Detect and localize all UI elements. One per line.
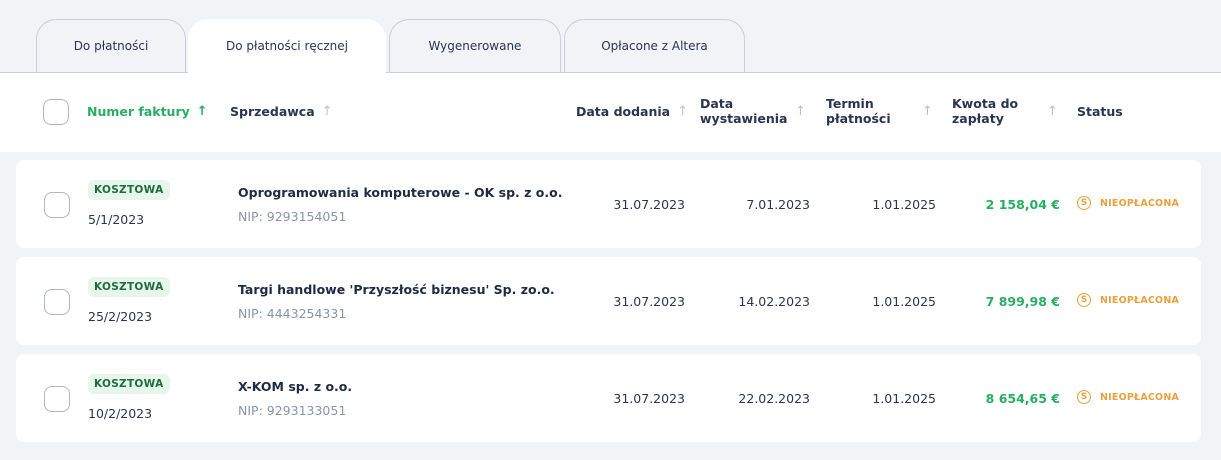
date-added: 31.07.2023 [613,294,685,309]
issue-date: 7.01.2023 [746,197,810,212]
amount-due: 8 654,65 € [985,391,1060,406]
table-row[interactable]: KOSZTOWA 10/2/2023 X-KOM sp. z o.o. NIP:… [16,354,1201,442]
table-row[interactable]: KOSZTOWA 5/1/2023 Oprogramowania kompute… [16,160,1201,248]
seller-name: Targi handlowe 'Przyszłość biznesu' Sp. … [238,282,555,297]
due-date: 1.01.2025 [872,197,936,212]
tab-wygenerowane[interactable]: Wygenerowane [389,19,561,79]
row-checkbox[interactable] [44,386,70,412]
seller-nip: NIP: 4443254331 [238,306,347,321]
header-date-added[interactable]: Data dodania ↑ [576,104,688,119]
amount-due: 7 899,98 € [985,294,1060,309]
amount-due: 2 158,04 € [985,197,1060,212]
select-all-checkbox[interactable] [43,99,69,125]
sort-arrow-icon: ↑ [922,103,933,119]
sort-arrow-icon: ↑ [1047,103,1058,119]
status-badge: S NIEOPŁACONA [1077,293,1179,307]
invoice-number: 10/2/2023 [88,406,153,421]
seller-nip: NIP: 9293133051 [238,403,347,418]
header-status-label: Status [1077,104,1123,119]
tab-bar: Do płatności Do płatności ręcznej Wygene… [0,0,1221,79]
header-seller-label: Sprzedawca [230,104,315,119]
row-checkbox[interactable] [44,289,70,315]
date-added: 31.07.2023 [613,391,685,406]
seller-name: Oprogramowania komputerowe - OK sp. z o.… [238,185,563,200]
header-issue-date[interactable]: Data wystawienia ↑ [700,96,810,126]
sort-arrow-icon: ↑ [795,103,806,119]
table-header: Numer faktury ↑ Sprzedawca ↑ Data dodani… [0,73,1221,152]
invoice-type-badge: KOSZTOWA [88,277,170,297]
seller-nip: NIP: 9293154051 [238,209,347,224]
coin-icon: S [1077,196,1091,210]
issue-date: 14.02.2023 [738,294,810,309]
header-due-date[interactable]: Termin płatności ↑ [826,96,936,126]
header-status[interactable]: Status [1077,104,1123,119]
header-amount[interactable]: Kwota do zapłaty ↑ [952,96,1062,126]
coin-icon: S [1077,390,1091,404]
invoice-number: 5/1/2023 [88,212,145,227]
header-date-added-label: Data dodania [576,104,671,119]
header-invoice-number-label: Numer faktury [87,104,190,119]
tab-oplacone-z-altera[interactable]: Opłacone z Altera [564,19,745,79]
issue-date: 22.02.2023 [738,391,810,406]
status-badge: S NIEOPŁACONA [1077,390,1179,404]
header-due-date-label: Termin płatności [826,96,891,126]
header-issue-date-label: Data wystawienia [700,96,788,126]
header-amount-label: Kwota do zapłaty [952,96,1019,126]
invoice-type-badge: KOSZTOWA [88,374,170,394]
status-label: NIEOPŁACONA [1100,294,1180,306]
due-date: 1.01.2025 [872,391,936,406]
sort-arrow-icon: ↑ [321,104,333,119]
invoice-type-badge: KOSZTOWA [88,180,170,200]
status-label: NIEOPŁACONA [1100,391,1180,403]
tab-do-platnosci[interactable]: Do płatności [36,19,186,79]
header-seller[interactable]: Sprzedawca ↑ [230,104,333,119]
tab-do-platnosci-recznej[interactable]: Do płatności ręcznej [188,19,386,79]
header-invoice-number[interactable]: Numer faktury ↑ [87,104,208,119]
table-row[interactable]: KOSZTOWA 25/2/2023 Targi handlowe 'Przys… [16,257,1201,345]
status-badge: S NIEOPŁACONA [1077,196,1179,210]
row-checkbox[interactable] [44,192,70,218]
date-added: 31.07.2023 [613,197,685,212]
seller-name: X-KOM sp. z o.o. [238,379,353,394]
invoice-number: 25/2/2023 [88,309,153,324]
coin-icon: S [1077,293,1091,307]
sort-arrow-icon: ↑ [677,104,689,119]
sort-arrow-icon: ↑ [196,104,208,119]
due-date: 1.01.2025 [872,294,936,309]
status-label: NIEOPŁACONA [1100,197,1180,209]
